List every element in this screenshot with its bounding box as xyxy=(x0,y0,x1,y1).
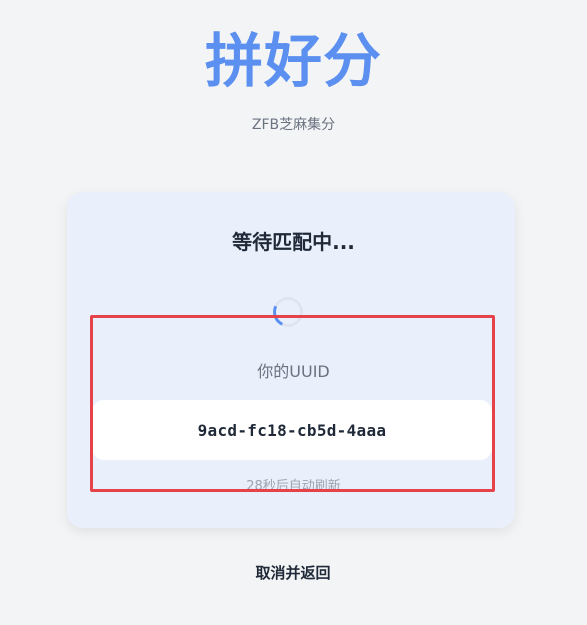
cancel-and-return-button[interactable]: 取消并返回 xyxy=(223,558,363,588)
uuid-display[interactable]: 9acd-fc18-cb5d-4aaa xyxy=(92,400,492,460)
status-title: 等待匹配中... xyxy=(232,230,355,254)
app-title: 拼好分 xyxy=(204,27,382,95)
uuid-label: 你的UUID xyxy=(257,362,330,381)
app-subtitle: ZFB芝麻集分 xyxy=(251,117,336,133)
uuid-value[interactable]: 9acd-fc18-cb5d-4aaa xyxy=(198,421,387,440)
auto-refresh-countdown: 28秒后自动刷新 xyxy=(246,479,341,494)
